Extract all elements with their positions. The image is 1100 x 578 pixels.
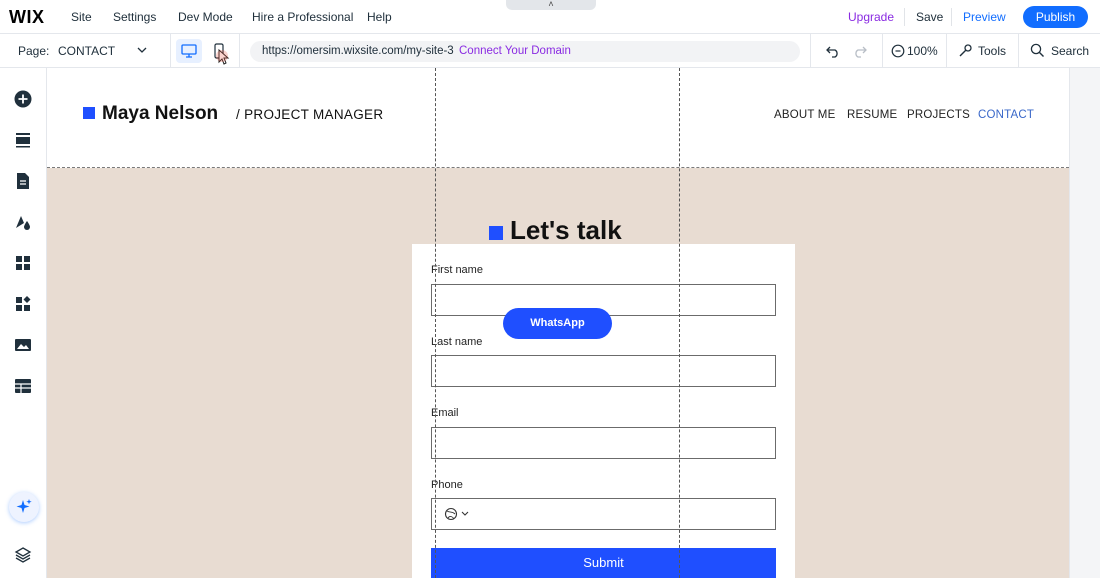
title-square-icon: [489, 226, 503, 240]
preview-button[interactable]: Preview: [963, 10, 1006, 24]
chevron-down-icon[interactable]: [136, 44, 148, 56]
section-title[interactable]: Let's talk: [510, 215, 622, 246]
contact-form[interactable]: First name Last name Email Phone Submit: [412, 244, 795, 578]
ai-assistant-button[interactable]: [9, 492, 39, 522]
media-icon[interactable]: [14, 336, 32, 354]
add-elements-icon[interactable]: [14, 90, 32, 108]
site-brand-name[interactable]: Maya Nelson: [102, 103, 218, 125]
upgrade-link[interactable]: Upgrade: [848, 10, 894, 24]
collapse-toolbar-tab[interactable]: ˄: [506, 0, 596, 10]
whatsapp-button[interactable]: WhatsApp: [503, 308, 612, 339]
page-label: Page:: [18, 44, 50, 58]
zoom-level[interactable]: 100%: [907, 44, 938, 58]
country-globe-icon[interactable]: [444, 507, 470, 521]
menu-dev-mode[interactable]: Dev Mode: [178, 10, 233, 24]
search-button[interactable]: Search: [1051, 44, 1089, 58]
divider: [810, 34, 811, 68]
site-brand-role[interactable]: / PROJECT MANAGER: [236, 107, 383, 122]
site-header[interactable]: Maya Nelson / PROJECT MANAGER ABOUT ME R…: [47, 68, 1069, 167]
connect-domain-link[interactable]: Connect Your Domain: [459, 45, 571, 57]
redo-icon[interactable]: [852, 44, 867, 58]
divider: [951, 8, 952, 26]
first-name-label: First name: [431, 264, 483, 276]
gridline-guide: [435, 68, 436, 578]
divider: [1018, 34, 1019, 68]
divider: [904, 8, 905, 26]
menu-help[interactable]: Help: [367, 10, 392, 24]
submit-button[interactable]: Submit: [431, 548, 776, 578]
desktop-view-button[interactable]: [176, 39, 202, 63]
phone-field[interactable]: [431, 498, 776, 530]
save-button[interactable]: Save: [916, 10, 943, 24]
editor-canvas[interactable]: Maya Nelson / PROJECT MANAGER ABOUT ME R…: [47, 68, 1069, 578]
wix-logo[interactable]: WIX: [9, 7, 45, 28]
left-sidebar: [0, 68, 47, 578]
zoom-out-icon[interactable]: [891, 44, 905, 58]
menu-site[interactable]: Site: [71, 10, 92, 24]
chevron-up-icon: ˄: [548, 0, 554, 9]
divider: [170, 34, 171, 68]
pointer-cursor-icon: [216, 48, 230, 65]
menu-settings[interactable]: Settings: [113, 10, 156, 24]
divider: [946, 34, 947, 68]
nav-projects[interactable]: PROJECTS: [907, 109, 970, 121]
site-url: https://omersim.wixsite.com/my-site-3: [262, 45, 454, 57]
nav-contact[interactable]: CONTACT: [978, 109, 1034, 121]
contact-section[interactable]: Let's talk First name Last name Email Ph…: [47, 168, 1069, 578]
cms-icon[interactable]: [14, 377, 32, 395]
design-icon[interactable]: [14, 213, 32, 231]
business-apps-icon[interactable]: [14, 295, 32, 313]
brand-square-icon: [83, 107, 95, 119]
page-selector[interactable]: CONTACT: [58, 44, 115, 58]
editor-top-bar: WIX Site Settings Dev Mode Hire a Profes…: [0, 0, 1100, 34]
gridline-guide: [679, 68, 680, 578]
email-field[interactable]: [431, 427, 776, 459]
pages-icon[interactable]: [14, 172, 32, 190]
desktop-icon: [181, 44, 197, 58]
canvas-scroll-gutter: [1069, 68, 1100, 578]
editor-toolbar: Page: CONTACT https://omersim.wixsite.co…: [0, 34, 1100, 68]
nav-resume[interactable]: RESUME: [847, 109, 897, 121]
last-name-label: Last name: [431, 336, 483, 348]
sections-icon[interactable]: [14, 131, 32, 149]
apps-icon[interactable]: [14, 254, 32, 272]
tools-icon[interactable]: [958, 43, 973, 58]
search-icon[interactable]: [1030, 43, 1045, 58]
layers-icon[interactable]: [14, 546, 32, 564]
nav-about-me[interactable]: ABOUT ME: [774, 109, 835, 121]
menu-hire-professional[interactable]: Hire a Professional: [252, 10, 353, 24]
site-url-bar: https://omersim.wixsite.com/my-site-3 Co…: [250, 41, 800, 62]
publish-button[interactable]: Publish: [1023, 6, 1088, 28]
divider: [239, 34, 240, 68]
ai-sparkle-icon: [16, 499, 32, 513]
divider: [882, 34, 883, 68]
last-name-field[interactable]: [431, 355, 776, 387]
undo-icon[interactable]: [826, 44, 841, 58]
tools-button[interactable]: Tools: [978, 44, 1006, 58]
